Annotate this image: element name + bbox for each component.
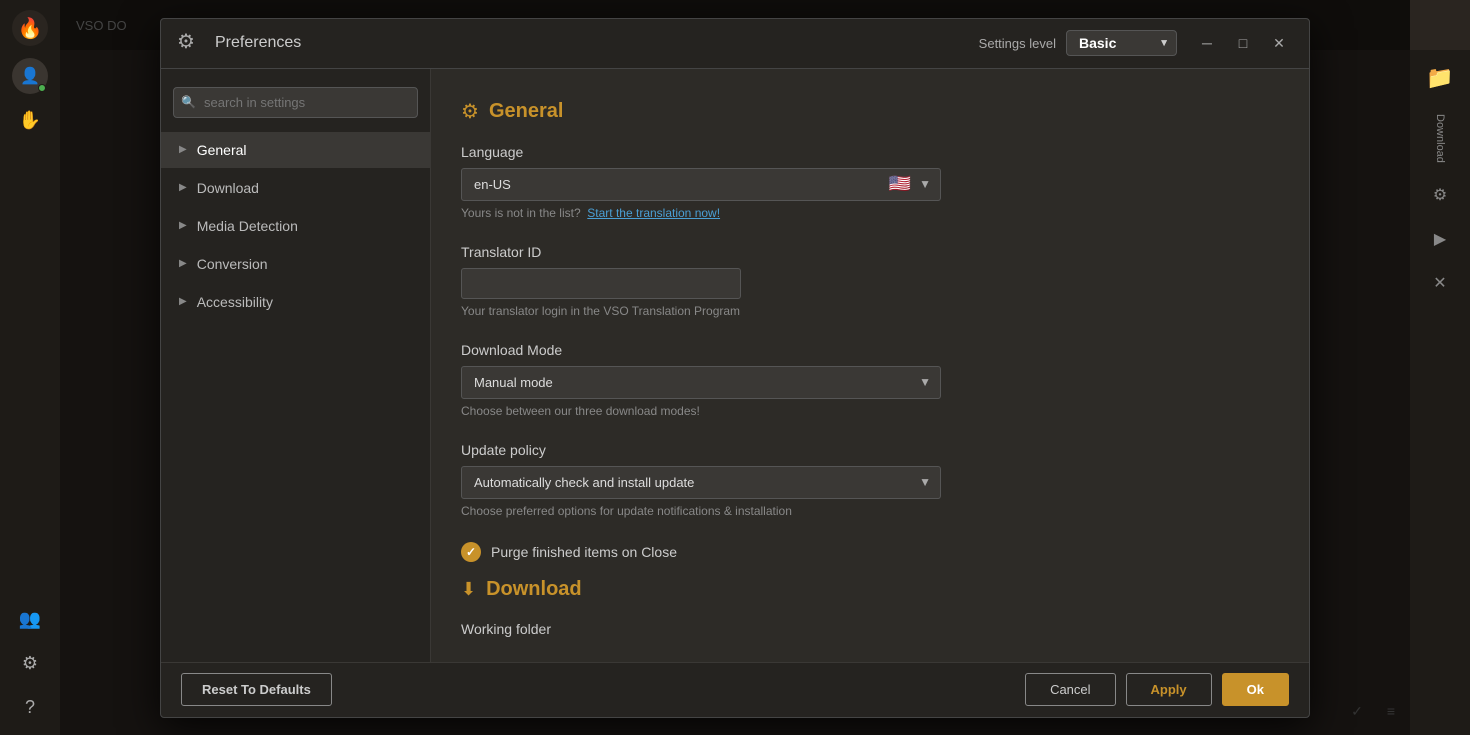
search-box-wrapper: 🔍 xyxy=(161,81,430,130)
purge-checkbox[interactable]: ✓ xyxy=(461,542,481,562)
nav-arrow-accessibility: ▶ xyxy=(179,296,187,307)
nav-arrow-conversion: ▶ xyxy=(179,258,187,269)
sidebar-item-media-detection[interactable]: ▶ Media Detection xyxy=(161,208,430,244)
app-background: 🔥 👤 ✋ 👥 ⚙ ? VSO DO 📁 Download ⚙ ▶ ✕ ⚙ xyxy=(0,0,1470,735)
download-label: Download xyxy=(1434,114,1446,163)
nav-arrow-general: ▶ xyxy=(179,144,187,155)
update-policy-select[interactable]: Automatically check and install update C… xyxy=(461,466,941,499)
translator-id-hint: Your translator login in the VSO Transla… xyxy=(461,304,1279,318)
preferences-dialog: ⚙ Preferences Settings level Basic Advan… xyxy=(160,18,1310,718)
language-group: Language en-US fr-FR de-DE es-ES 🇺🇸 ▼ xyxy=(461,144,1279,220)
general-section-title: General xyxy=(489,100,563,123)
hand-icon[interactable]: ✋ xyxy=(12,102,48,138)
close-button[interactable]: ✕ xyxy=(1265,29,1293,57)
dialog-titlebar: ⚙ Preferences Settings level Basic Advan… xyxy=(161,19,1309,69)
update-policy-group: Update policy Automatically check and in… xyxy=(461,442,1279,518)
working-folder-label: Working folder xyxy=(461,621,1279,637)
group-icon[interactable]: 👥 xyxy=(12,601,48,637)
update-policy-select-wrapper: Automatically check and install update C… xyxy=(461,466,941,499)
language-hint: Yours is not in the list? Start the tran… xyxy=(461,206,1279,220)
status-dot xyxy=(38,84,46,92)
working-folder-group: Working folder xyxy=(461,621,1279,637)
minimize-button[interactable]: ─ xyxy=(1193,29,1221,57)
search-box-container: 🔍 xyxy=(173,87,418,118)
nav-arrow-media: ▶ xyxy=(179,220,187,231)
gear-icon[interactable]: ⚙ xyxy=(12,645,48,681)
folder-icon[interactable]: 📁 xyxy=(1422,60,1458,96)
language-label: Language xyxy=(461,144,1279,160)
download-mode-select[interactable]: Manual mode Automatic mode Semi-automati… xyxy=(461,366,941,399)
translator-id-group: Translator ID Your translator login in t… xyxy=(461,244,1279,318)
sidebar-item-conversion[interactable]: ▶ Conversion xyxy=(161,246,430,282)
play-icon[interactable]: ▶ xyxy=(1422,221,1458,257)
preferences-gear-icon: ⚙ xyxy=(177,29,205,57)
window-controls: ─ □ ✕ xyxy=(1193,29,1293,57)
purge-label: Purge finished items on Close xyxy=(491,544,677,560)
close-small-icon[interactable]: ✕ xyxy=(1422,265,1458,301)
apply-button[interactable]: Apply xyxy=(1126,673,1212,706)
checkbox-check-icon: ✓ xyxy=(466,545,476,559)
language-hint-text: Yours is not in the list? xyxy=(461,206,581,220)
language-select-wrapper: en-US fr-FR de-DE es-ES 🇺🇸 ▼ xyxy=(461,168,941,201)
translator-id-input[interactable] xyxy=(461,268,741,299)
purge-checkbox-row: ✓ Purge finished items on Close xyxy=(461,542,1279,562)
reset-defaults-button[interactable]: Reset To Defaults xyxy=(181,673,332,706)
settings-nav: 🔍 ▶ General ▶ Download ▶ Media D xyxy=(161,69,431,662)
left-sidebar: 🔥 👤 ✋ 👥 ⚙ ? xyxy=(0,0,60,735)
help-icon[interactable]: ? xyxy=(12,689,48,725)
search-icon: 🔍 xyxy=(181,95,196,109)
right-panel: 📁 Download ⚙ ▶ ✕ xyxy=(1410,50,1470,735)
nav-arrow-download: ▶ xyxy=(179,182,187,193)
settings-level-wrapper: Basic Advanced Expert ▼ xyxy=(1066,30,1177,56)
translation-link[interactable]: Start the translation now! xyxy=(587,206,720,220)
maximize-button[interactable]: □ xyxy=(1229,29,1257,57)
nav-label-general: General xyxy=(197,142,247,158)
update-policy-label: Update policy xyxy=(461,442,1279,458)
modal-overlay: ⚙ Preferences Settings level Basic Advan… xyxy=(60,0,1410,735)
dialog-footer: Reset To Defaults Cancel Apply Ok xyxy=(161,662,1309,717)
dialog-title: Preferences xyxy=(215,34,979,52)
dialog-body: 🔍 ▶ General ▶ Download ▶ Media D xyxy=(161,69,1309,662)
flag-icon: 🇺🇸 xyxy=(889,174,911,195)
general-section-icon: ⚙ xyxy=(461,99,479,124)
nav-label-conversion: Conversion xyxy=(197,256,268,272)
download-section-icon: ⬇ xyxy=(461,579,476,600)
download-mode-label: Download Mode xyxy=(461,342,1279,358)
footer-right-buttons: Cancel Apply Ok xyxy=(1025,673,1289,706)
nav-label-media: Media Detection xyxy=(197,218,298,234)
ok-button[interactable]: Ok xyxy=(1222,673,1289,706)
language-select[interactable]: en-US fr-FR de-DE es-ES xyxy=(461,168,941,201)
settings-level-label: Settings level xyxy=(979,36,1056,51)
app-logo: 🔥 xyxy=(12,10,48,46)
cancel-button[interactable]: Cancel xyxy=(1025,673,1115,706)
download-section-title: Download xyxy=(486,578,582,601)
download-mode-select-wrapper: Manual mode Automatic mode Semi-automati… xyxy=(461,366,941,399)
download-mode-hint: Choose between our three download modes! xyxy=(461,404,1279,418)
settings-level-dropdown[interactable]: Basic Advanced Expert xyxy=(1066,30,1177,56)
sliders-icon[interactable]: ⚙ xyxy=(1422,177,1458,213)
download-mode-group: Download Mode Manual mode Automatic mode… xyxy=(461,342,1279,418)
download-section-header: ⬇ Download xyxy=(461,578,1279,601)
search-input[interactable] xyxy=(173,87,418,118)
update-policy-hint: Choose preferred options for update noti… xyxy=(461,504,1279,518)
avatar-icon[interactable]: 👤 xyxy=(12,58,48,94)
sidebar-item-accessibility[interactable]: ▶ Accessibility xyxy=(161,284,430,320)
sidebar-item-download[interactable]: ▶ Download xyxy=(161,170,430,206)
sidebar-item-general[interactable]: ▶ General xyxy=(161,132,430,168)
translator-id-label: Translator ID xyxy=(461,244,1279,260)
nav-label-download: Download xyxy=(197,180,259,196)
nav-label-accessibility: Accessibility xyxy=(197,294,273,310)
general-section-header: ⚙ General xyxy=(461,99,1279,124)
settings-content: ⚙ General Language en-US fr-FR de-DE es-… xyxy=(431,69,1309,662)
